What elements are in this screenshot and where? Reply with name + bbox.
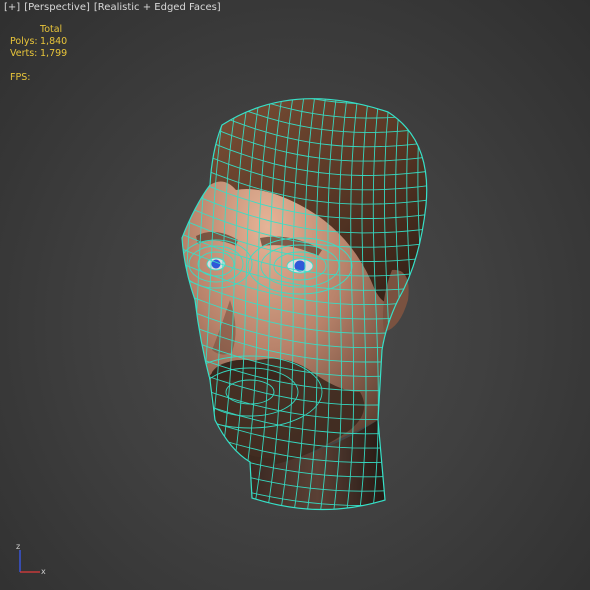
wireframe-head-model[interactable] — [150, 46, 441, 520]
viewport-canvas[interactable] — [0, 0, 590, 590]
axis-gizmo: z x — [16, 542, 46, 576]
z-axis-label: z — [16, 542, 20, 551]
x-axis-label: x — [41, 567, 46, 576]
